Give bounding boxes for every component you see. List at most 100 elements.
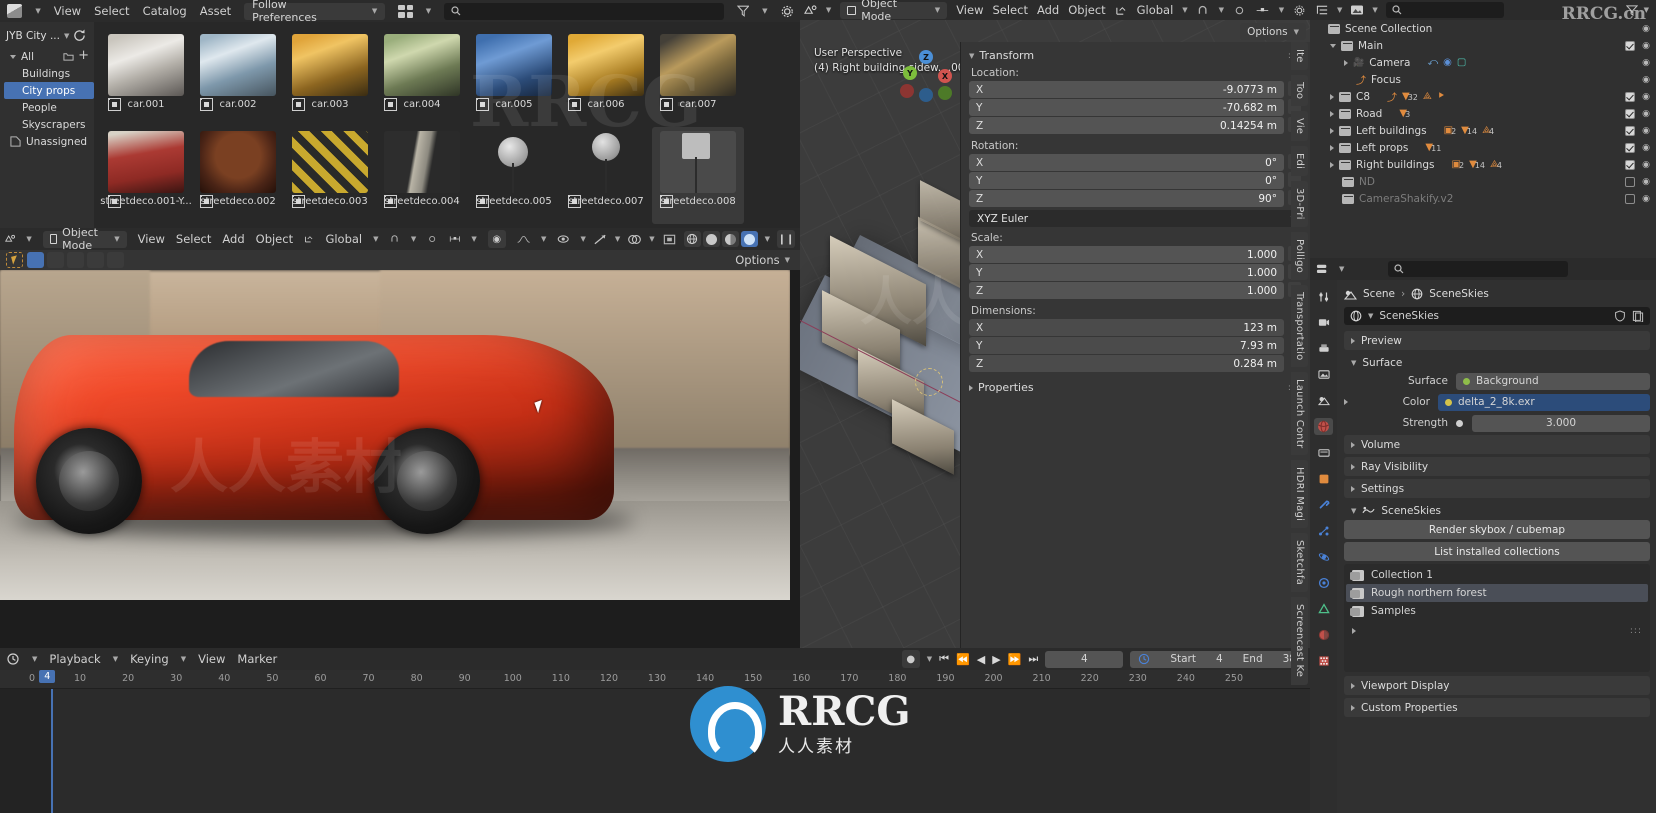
pivot-icon[interactable]: [1255, 5, 1270, 16]
tab-modifiers[interactable]: [1314, 496, 1333, 513]
n-panel-tab[interactable]: 3D-Pri: [1291, 181, 1308, 227]
vector-field-y[interactable]: Y -70.682 m: [969, 99, 1284, 116]
catalog-item-city-props[interactable]: City props: [4, 82, 94, 99]
gizmo-axis-x[interactable]: X: [938, 69, 952, 83]
eye-icon[interactable]: ◉: [1642, 177, 1650, 187]
asset-item[interactable]: car.002: [192, 30, 284, 127]
n-panel-tab[interactable]: Edi: [1291, 146, 1308, 177]
editor-type-icon[interactable]: [7, 4, 23, 18]
mode-dropdown[interactable]: Object Mode ▼: [42, 226, 127, 252]
falloff-curve-icon[interactable]: [517, 233, 530, 245]
catalog-item-all[interactable]: All +: [4, 48, 94, 65]
gizmo-axis-y[interactable]: Y: [903, 66, 917, 80]
asset-item[interactable]: car.001: [100, 30, 192, 127]
n-panel-tab[interactable]: Ite: [1291, 42, 1308, 70]
list-item[interactable]: Samples: [1346, 602, 1648, 620]
menu-view[interactable]: View: [54, 4, 81, 18]
outliner-row[interactable]: Left props ▼ 11 ◉: [1310, 139, 1656, 156]
tab-particles[interactable]: [1314, 522, 1333, 539]
new-world-icon[interactable]: [1632, 310, 1644, 322]
menu-select[interactable]: Select: [176, 232, 211, 246]
tab-constraints[interactable]: [1314, 574, 1333, 591]
list-item[interactable]: Collection 1: [1346, 566, 1648, 584]
menu-object[interactable]: Object: [256, 232, 293, 246]
outliner-search-input[interactable]: [1385, 2, 1504, 18]
eye-icon[interactable]: ◉: [1642, 92, 1650, 102]
options-dropdown[interactable]: Options: [735, 253, 779, 267]
outliner-row[interactable]: CameraShakify.v2 ◉: [1310, 190, 1656, 207]
n-panel-tab[interactable]: Sketchfa: [1291, 533, 1308, 593]
chevron-right-icon[interactable]: [1330, 110, 1334, 117]
menu-select[interactable]: Select: [94, 4, 129, 18]
editor-type-icon[interactable]: [1316, 263, 1331, 275]
outliner-row[interactable]: Left buildings ▣ 2 ▼ 14 ⟁ 4 ◉: [1310, 122, 1656, 139]
snap-toggle-button[interactable]: ◉: [487, 230, 506, 248]
asset-item[interactable]: car.006: [560, 30, 652, 127]
eye-icon[interactable]: ◉: [1642, 194, 1650, 204]
menu-keying[interactable]: Keying: [130, 652, 169, 666]
display-mode-icon[interactable]: [1350, 4, 1364, 16]
current-frame-field[interactable]: 4: [1045, 650, 1124, 668]
asset-item[interactable]: car.003: [284, 30, 376, 127]
vector-field-x[interactable]: X 0°: [969, 154, 1284, 171]
gear-icon[interactable]: [1293, 5, 1306, 16]
chevron-right-icon[interactable]: [1330, 161, 1334, 168]
properties-subpanel-header[interactable]: Properties ::::: [969, 381, 1304, 394]
jump-start-button[interactable]: ⏮: [939, 652, 949, 666]
catalog-item-unassigned[interactable]: Unassigned: [4, 133, 94, 150]
editor-type-icon[interactable]: [804, 4, 817, 16]
asset-item[interactable]: car.004: [376, 30, 468, 127]
jump-end-button[interactable]: ⏭: [1028, 652, 1038, 666]
asset-item[interactable]: streetdeco.002: [192, 127, 284, 224]
render-skybox-button[interactable]: Render skybox / cubemap: [1344, 520, 1650, 539]
viewport-render-canvas[interactable]: [0, 270, 790, 600]
frame-range-fields[interactable]: Start 4 End 38: [1130, 650, 1304, 668]
eye-icon[interactable]: ◉: [1642, 58, 1650, 68]
orientation-label[interactable]: Global: [1137, 3, 1174, 17]
tab-world[interactable]: [1314, 418, 1333, 435]
menu-view[interactable]: View: [956, 3, 983, 17]
editor-type-icon[interactable]: [1315, 4, 1329, 16]
eye-icon[interactable]: ◉: [1642, 109, 1650, 119]
timeline-body[interactable]: 4: [0, 670, 1310, 813]
menu-view[interactable]: View: [198, 652, 225, 666]
outliner-row[interactable]: C8 ⤴ ▼ 32 ⟁ ⯈ ◉: [1310, 88, 1656, 105]
proportional-edit-icon[interactable]: [427, 233, 437, 245]
thumbnail-size-icon[interactable]: [398, 4, 413, 18]
editor-type-icon[interactable]: [6, 653, 20, 665]
property-value[interactable]: Background: [1456, 372, 1650, 390]
navigation-gizmo[interactable]: Z Y X: [900, 50, 952, 102]
list-resize-handle[interactable]: :::: [1630, 626, 1642, 636]
panel-ray-visibility[interactable]: Ray Visibility: [1344, 457, 1650, 476]
eye-icon[interactable]: ◉: [1642, 75, 1650, 85]
select-extend-button[interactable]: [47, 252, 64, 268]
property-value[interactable]: delta_2_8k.exr: [1438, 393, 1650, 411]
menu-asset[interactable]: Asset: [200, 4, 231, 18]
panel-surface[interactable]: ▼ Surface: [1344, 353, 1650, 372]
tab-collection[interactable]: [1314, 444, 1333, 461]
catalog-item-skyscrapers[interactable]: Skyscrapers: [4, 116, 94, 133]
select-intersect-button[interactable]: [107, 252, 124, 268]
viewport-options-dropdown[interactable]: Options ▼: [1240, 23, 1306, 40]
panel-volume[interactable]: Volume: [1344, 435, 1650, 454]
xray-toggle-icon[interactable]: [662, 233, 677, 246]
n-panel-tab[interactable]: HDRI Magi: [1291, 460, 1308, 529]
asset-item[interactable]: streetdeco.003: [284, 127, 376, 224]
eye-icon[interactable]: ◉: [1642, 126, 1650, 136]
select-invert-button[interactable]: [87, 252, 104, 268]
timeline-ruler[interactable]: 0 10 20 30 40 50 60 70 80 90 100 110 120 130 140 150 160…: [0, 670, 1310, 689]
gizmo-axis-x-neg[interactable]: [900, 84, 914, 98]
panel-custom-properties[interactable]: Custom Properties: [1344, 698, 1650, 717]
property-value[interactable]: 3.000: [1456, 414, 1650, 432]
chevron-right-icon[interactable]: [1344, 59, 1348, 66]
outliner-row[interactable]: ND ◉: [1310, 173, 1656, 190]
list-collections-button[interactable]: List installed collections: [1344, 542, 1650, 561]
menu-marker[interactable]: Marker: [237, 652, 277, 666]
vector-field-y[interactable]: Y 1.000: [969, 264, 1284, 281]
outliner-row[interactable]: ⤴ Focus ◉: [1310, 71, 1656, 88]
asset-item[interactable]: streetdeco.005: [468, 127, 560, 224]
asset-library-selector[interactable]: JYB City ... ▼: [4, 27, 94, 48]
play-button[interactable]: ▶: [992, 653, 1000, 666]
properties-search-input[interactable]: [1388, 261, 1569, 277]
tab-view-layer[interactable]: [1314, 366, 1333, 383]
